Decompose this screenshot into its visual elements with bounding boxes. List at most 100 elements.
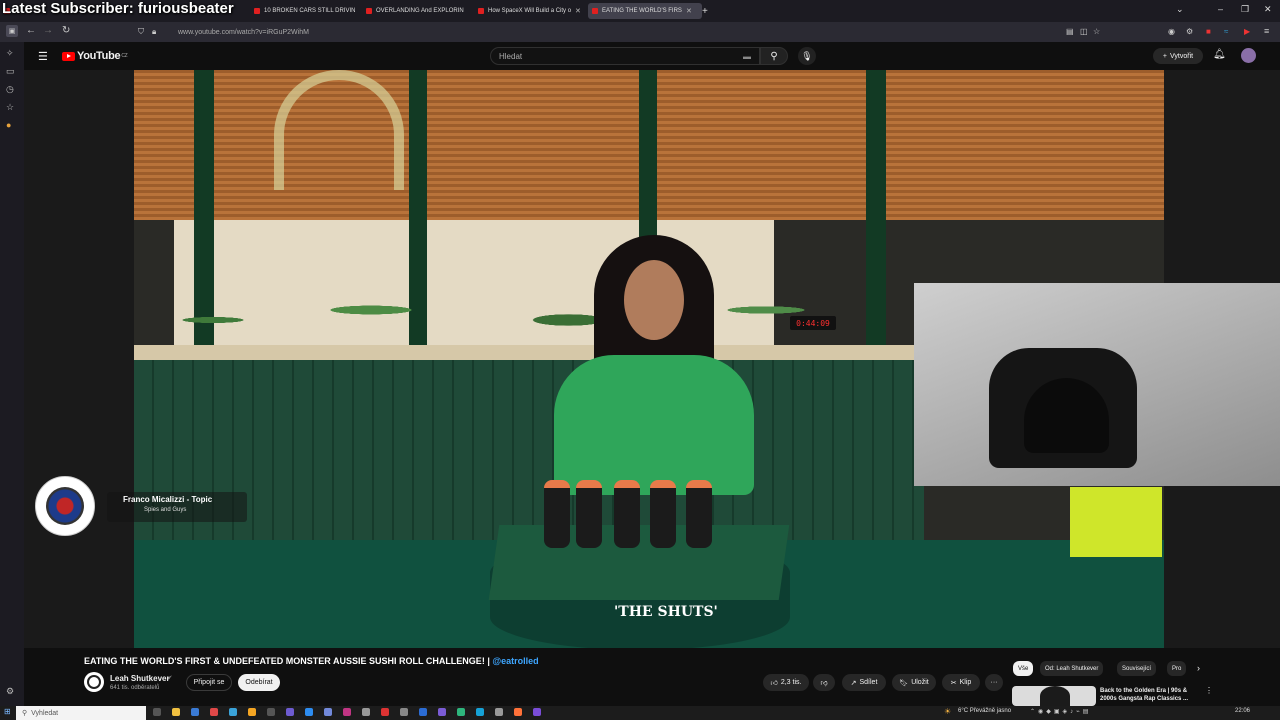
- voice-search-button[interactable]: 🎙︎: [798, 47, 816, 65]
- app-icon[interactable]: [286, 708, 294, 716]
- create-button[interactable]: + Vytvořit: [1153, 48, 1203, 64]
- app-icon[interactable]: [533, 708, 541, 716]
- close-window-icon[interactable]: ✕: [1264, 4, 1272, 15]
- youtube-logo[interactable]: YouTube CZ: [62, 50, 128, 62]
- more-vertical-icon[interactable]: ⋮: [1205, 686, 1213, 695]
- account-icon[interactable]: ◉: [1168, 27, 1175, 36]
- chip-related[interactable]: Související: [1117, 661, 1157, 676]
- weather-icon[interactable]: ☀: [944, 707, 951, 716]
- tab-label: 10 BROKEN CARS STILL DRIVIN: [264, 8, 356, 14]
- browser-tab[interactable]: 10 BROKEN CARS STILL DRIVIN✕: [254, 3, 356, 19]
- app-icon[interactable]: [419, 708, 427, 716]
- browser-tab-active[interactable]: EATING THE WORLD'S FIRS ✕: [588, 3, 702, 19]
- reader-view-icon[interactable]: ▤: [1066, 27, 1074, 36]
- app-icon[interactable]: [438, 708, 446, 716]
- extension-icon[interactable]: ●: [6, 120, 11, 130]
- chip-all[interactable]: Vše: [1013, 661, 1034, 676]
- firefox-icon[interactable]: [514, 708, 522, 716]
- browser-tab[interactable]: How SpaceX Will Build a City o ✕: [478, 3, 580, 19]
- extension-red-icon[interactable]: ■: [1206, 27, 1211, 36]
- extension-blue-icon[interactable]: ≈: [1224, 27, 1228, 36]
- app-icon[interactable]: [457, 708, 465, 716]
- extension-youtube-icon[interactable]: ▶: [1244, 27, 1250, 36]
- browser-sidebar: ✧ ▭ ◷ ☆ ● ⚙: [0, 42, 24, 706]
- sushi-roll: [614, 480, 640, 548]
- subscribed-button[interactable]: Odebírat: [238, 674, 280, 691]
- taskbar-search-placeholder: Vyhledat: [31, 709, 59, 717]
- chip-from-channel[interactable]: Od: Leah Shutkever: [1040, 661, 1104, 676]
- restore-icon[interactable]: ❐: [1241, 4, 1249, 15]
- discord-icon[interactable]: [324, 708, 332, 716]
- system-tray-icons[interactable]: ⌃◉◆▣◈♪⌁▤: [1030, 708, 1091, 715]
- menu-icon[interactable]: ≡: [1264, 26, 1269, 36]
- video-caption: 'THE SHUTS': [614, 604, 718, 620]
- keyboard-icon[interactable]: ▬: [743, 52, 751, 61]
- share-button[interactable]: ↗ Sdílet: [842, 674, 886, 691]
- pocket-icon[interactable]: ◫: [1080, 27, 1088, 36]
- thumbs-down-icon: 👎︎: [820, 680, 828, 687]
- app-icon[interactable]: [248, 708, 256, 716]
- file-explorer-icon[interactable]: [172, 708, 180, 716]
- subscriber-count: 641 tis. odběratelů: [110, 685, 160, 691]
- notifications-bell-icon[interactable]: 🔔︎: [1213, 49, 1226, 60]
- title-mention-link[interactable]: @eatrolled: [492, 656, 538, 666]
- chip-for-you[interactable]: Pro: [1167, 661, 1187, 676]
- video-title: EATING THE WORLD'S FIRST & UNDEFEATED MO…: [84, 656, 539, 666]
- save-button[interactable]: 🔖︎ Uložit: [892, 674, 936, 691]
- app-icon[interactable]: [495, 708, 503, 716]
- join-button[interactable]: Připojit se: [186, 674, 232, 691]
- close-tab-icon[interactable]: ✕: [575, 7, 580, 15]
- app-icon[interactable]: [400, 708, 408, 716]
- taskbar-clock[interactable]: 22:06: [1235, 708, 1250, 714]
- task-view-icon[interactable]: [153, 708, 161, 716]
- minimize-icon[interactable]: –: [1218, 4, 1223, 14]
- windows-start-icon[interactable]: ⊞: [4, 707, 11, 716]
- search-button[interactable]: ⚲: [760, 47, 788, 65]
- new-tab-button[interactable]: +: [702, 3, 708, 19]
- related-video-title[interactable]: Back to the Golden Era | 90s & 2000s Gan…: [1100, 687, 1200, 703]
- like-button[interactable]: 👍︎ 2,3 tis.: [763, 674, 809, 691]
- app-icon[interactable]: [229, 708, 237, 716]
- clip-button[interactable]: ✂ Klip: [942, 674, 980, 691]
- plus-icon: +: [702, 5, 708, 17]
- taskbar-weather[interactable]: 6°C Převážně jasno: [958, 708, 1011, 714]
- back-icon[interactable]: ←: [26, 25, 36, 36]
- close-tab-icon[interactable]: ✕: [686, 7, 692, 15]
- app-icon[interactable]: [343, 708, 351, 716]
- presenter-shirt: [554, 355, 754, 495]
- music-artist: Franco Micalizzi - Topic: [123, 495, 213, 504]
- avatar[interactable]: [1241, 48, 1256, 63]
- chrome-icon[interactable]: [210, 708, 218, 716]
- bookmarks-icon[interactable]: ☆: [6, 102, 14, 113]
- channel-avatar[interactable]: [84, 672, 104, 692]
- app-icon[interactable]: [362, 708, 370, 716]
- sidebar-settings-icon[interactable]: ⚙: [6, 686, 14, 697]
- ai-chat-icon[interactable]: ✧: [6, 48, 14, 59]
- guide-menu-icon[interactable]: ☰: [38, 50, 48, 63]
- search-input[interactable]: Hledat ▬: [490, 47, 760, 65]
- browser-tab[interactable]: OVERLANDING And EXPLORIN✕: [366, 3, 468, 19]
- url-bar[interactable]: www.youtube.com/watch?v=iRGuP2WihM: [134, 25, 1064, 39]
- more-actions-button[interactable]: ···: [985, 674, 1003, 691]
- youtube-play-icon: [62, 51, 75, 61]
- reload-icon[interactable]: ↻: [62, 25, 70, 36]
- taskbar-search-input[interactable]: ⚲ Vyhledat: [16, 706, 146, 720]
- presenter-face: [624, 260, 684, 340]
- app-icon[interactable]: [305, 708, 313, 716]
- tab-list-icon[interactable]: ⌄: [1176, 4, 1184, 15]
- app-icon[interactable]: [381, 708, 389, 716]
- extensions-icon[interactable]: ⚙: [1186, 27, 1193, 36]
- forward-icon[interactable]: →: [43, 25, 53, 36]
- app-icon[interactable]: [267, 708, 275, 716]
- synced-tabs-icon[interactable]: ▭: [6, 66, 15, 77]
- history-icon[interactable]: ◷: [6, 84, 14, 95]
- bookmark-star-icon[interactable]: ☆: [1093, 27, 1100, 36]
- app-icon[interactable]: [191, 708, 199, 716]
- sidebar-toggle-icon[interactable]: ▣: [6, 25, 18, 37]
- chevron-right-icon[interactable]: ›: [1197, 663, 1200, 673]
- music-song: Spies and Guys: [144, 507, 187, 513]
- app-icon[interactable]: [476, 708, 484, 716]
- related-video-thumbnail[interactable]: [1012, 686, 1096, 706]
- dislike-button[interactable]: 👎︎: [813, 674, 835, 691]
- channel-name[interactable]: Leah Shutkever: [110, 674, 170, 683]
